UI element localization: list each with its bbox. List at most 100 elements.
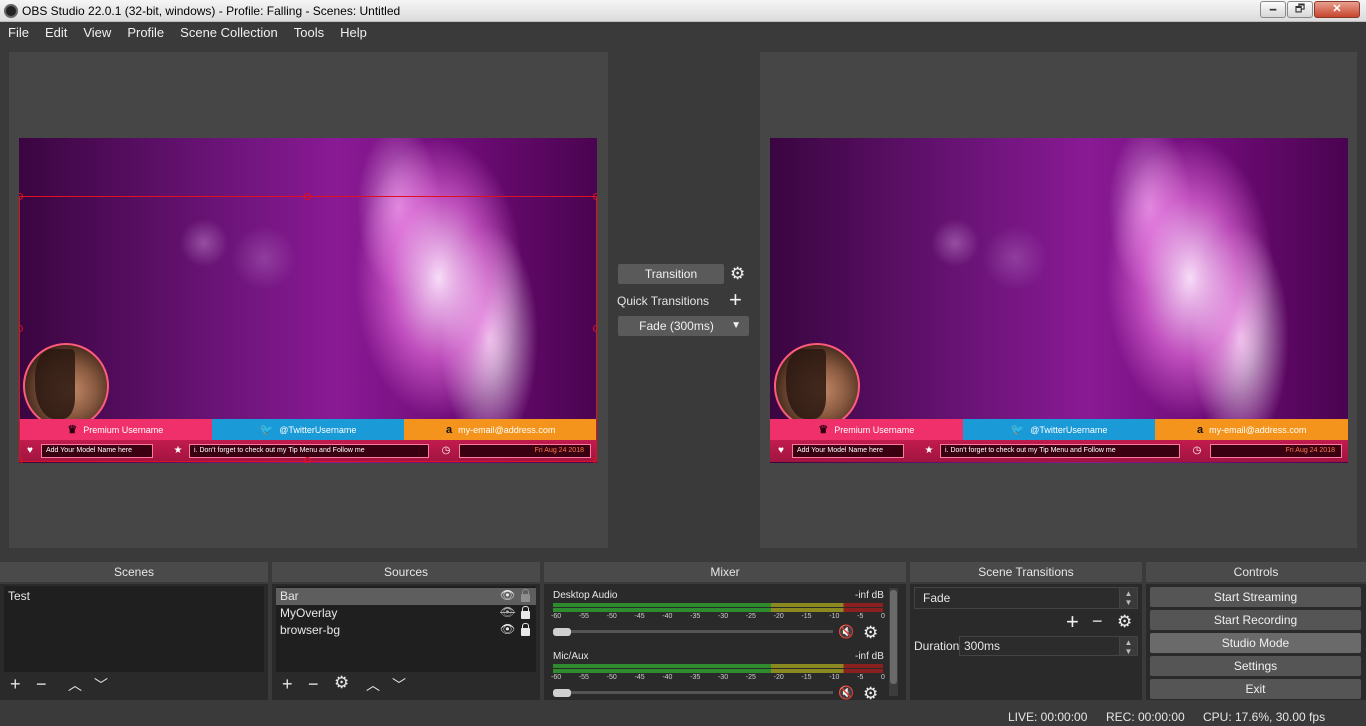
resize-handle[interactable]	[304, 193, 311, 200]
meter-ticks: -60 -55 -50 -45 -40 -35 -30 -25 -20 -15 -10 -5 0	[551, 674, 885, 681]
move-source-down-icon[interactable]: ﹀	[392, 677, 406, 693]
muted-speaker-icon[interactable]: 🔇	[838, 624, 854, 640]
add-scene-plus-icon[interactable]: +	[10, 675, 21, 693]
chevron-down-icon: ▼	[731, 320, 741, 331]
mixer-settings-gear-icon[interactable]: ⚙	[863, 685, 878, 702]
resize-handle[interactable]	[19, 457, 23, 463]
overlay-email: my-email@address.com	[458, 424, 556, 435]
transition-button[interactable]: Transition	[618, 264, 724, 284]
source-name: MyOverlay	[280, 606, 338, 620]
mixer-settings-gear-icon[interactable]: ⚙	[863, 624, 878, 641]
menu-tools[interactable]: Tools	[286, 22, 332, 40]
source-properties-gear-icon[interactable]: ⚙	[334, 674, 349, 691]
source-name: browser-bg	[280, 623, 341, 637]
resize-handle[interactable]	[19, 325, 23, 332]
menu-edit[interactable]: Edit	[37, 22, 75, 40]
start-recording-button[interactable]: Start Recording	[1150, 610, 1361, 630]
source-item[interactable]: browser-bg	[276, 622, 536, 639]
menu-help[interactable]: Help	[332, 22, 375, 40]
overlay-twitter: @TwitterUsername	[279, 424, 357, 435]
unlocked-icon[interactable]	[521, 589, 530, 602]
overlay-date: Fri Aug 24 2018	[1210, 444, 1342, 458]
move-scene-up-icon[interactable]: ︿	[68, 677, 82, 693]
cpu-status: CPU: 17.6%, 30.00 fps	[1203, 710, 1326, 724]
volume-slider-knob[interactable]	[553, 689, 571, 697]
clock-icon: ◷	[1192, 445, 1202, 456]
scenes-list[interactable]: Test	[4, 586, 264, 672]
add-transition-plus-icon[interactable]: +	[1066, 611, 1079, 633]
quick-transition-select[interactable]: Fade (300ms) ▼	[618, 316, 749, 336]
remove-transition-minus-icon[interactable]: −	[1092, 612, 1103, 630]
menu-profile[interactable]: Profile	[119, 22, 172, 40]
duration-spinbox[interactable]: 300ms ▲ ▼	[959, 636, 1138, 656]
overlay-username: Premium Username	[834, 424, 915, 435]
mixer-track-name: Desktop Audio	[553, 590, 618, 601]
mixer-track-db: -inf dB	[855, 651, 884, 662]
menu-file[interactable]: File	[0, 22, 37, 40]
amazon-icon: a	[446, 423, 453, 436]
move-scene-down-icon[interactable]: ﹀	[94, 677, 108, 693]
sources-list[interactable]: Bar MyOverlay browser-bg 👁 👁 👁	[276, 586, 536, 672]
duration-value: 300ms	[964, 639, 1001, 653]
source-item[interactable]: MyOverlay	[276, 605, 536, 622]
resize-handle[interactable]	[593, 457, 597, 463]
lock-icon[interactable]	[521, 606, 530, 619]
start-streaming-button[interactable]: Start Streaming	[1150, 587, 1361, 607]
twitter-icon: 🐦	[1010, 424, 1025, 436]
transition-type-select[interactable]: Fade ▲ ▼	[914, 587, 1138, 609]
menu-scene-collection[interactable]: Scene Collection	[172, 22, 286, 40]
scene-item[interactable]: Test	[4, 588, 264, 605]
studio-mode-button[interactable]: Studio Mode	[1150, 633, 1361, 653]
duration-label: Duration	[914, 639, 960, 653]
overlay-model-name: Add Your Model Name here	[41, 444, 153, 458]
mixer-dock: Desktop Audio -inf dB -60 -55 -50 -45 -40 -35…	[544, 584, 906, 702]
mixer-track-name: Mic/Aux	[553, 651, 589, 662]
preview-pane[interactable]: ♛ Premium Username 🐦 @TwitterUsername a my-…	[9, 52, 608, 548]
close-button[interactable]: ✕	[1314, 1, 1360, 18]
heart-icon: ♥	[27, 445, 33, 456]
overlay-date: Fri Aug 24 2018	[459, 444, 591, 458]
overlay-model-name: Add Your Model Name here	[792, 444, 904, 458]
minimize-button[interactable]: 🗕	[1260, 1, 1286, 18]
rec-status: REC: 00:00:00	[1106, 710, 1185, 724]
source-name: Bar	[280, 589, 299, 603]
visibility-eye-icon[interactable]: 👁	[500, 622, 515, 636]
move-source-up-icon[interactable]: ︿	[366, 677, 380, 693]
add-quick-transition-plus-icon[interactable]: +	[729, 289, 742, 311]
spinbox-arrows-icon[interactable]: ▲ ▼	[1119, 637, 1137, 656]
volume-slider-knob[interactable]	[553, 628, 571, 636]
mixer-scrollbar-thumb[interactable]	[890, 590, 897, 684]
twitter-icon: 🐦	[259, 424, 274, 436]
preview-canvas[interactable]: ♛ Premium Username 🐦 @TwitterUsername a my-…	[19, 138, 597, 463]
overlay-info-bar: ♛ Premium Username 🐦 @TwitterUsername a my-…	[19, 419, 597, 440]
add-source-plus-icon[interactable]: +	[282, 675, 293, 693]
mixer-dock-title: Mixer	[544, 562, 906, 582]
resize-handle[interactable]	[593, 325, 597, 332]
menu-view[interactable]: View	[75, 22, 119, 40]
volume-slider[interactable]	[553, 630, 833, 633]
resize-handle[interactable]	[593, 193, 597, 200]
resize-handle[interactable]	[19, 193, 23, 200]
live-status: LIVE: 00:00:00	[1008, 710, 1088, 724]
scenes-dock: Test + − ︿ ﹀	[0, 584, 268, 700]
title-bar: OBS Studio 22.0.1 (32-bit, windows) - Pr…	[0, 0, 1366, 22]
overlay-twitter: @TwitterUsername	[1030, 424, 1108, 435]
remove-source-minus-icon[interactable]: −	[308, 675, 319, 693]
resize-handle[interactable]	[304, 457, 311, 463]
maximize-button[interactable]: 🗗	[1287, 1, 1313, 18]
source-item[interactable]: Bar	[276, 588, 536, 605]
overlay-username: Premium Username	[83, 424, 164, 435]
visibility-eye-icon[interactable]: 👁	[500, 588, 515, 602]
hidden-eye-icon[interactable]: 👁	[500, 605, 515, 619]
model-avatar	[774, 343, 860, 429]
obs-logo-icon	[4, 4, 18, 18]
exit-button[interactable]: Exit	[1150, 679, 1361, 699]
remove-scene-minus-icon[interactable]: −	[36, 675, 47, 693]
settings-button[interactable]: Settings	[1150, 656, 1361, 676]
transition-settings-gear-icon[interactable]: ⚙	[730, 265, 745, 282]
volume-slider[interactable]	[553, 691, 833, 694]
transition-properties-gear-icon[interactable]: ⚙	[1117, 613, 1132, 630]
mixer-scrollbar[interactable]	[889, 588, 898, 696]
muted-speaker-icon[interactable]: 🔇	[838, 685, 854, 701]
lock-icon[interactable]	[521, 623, 530, 636]
